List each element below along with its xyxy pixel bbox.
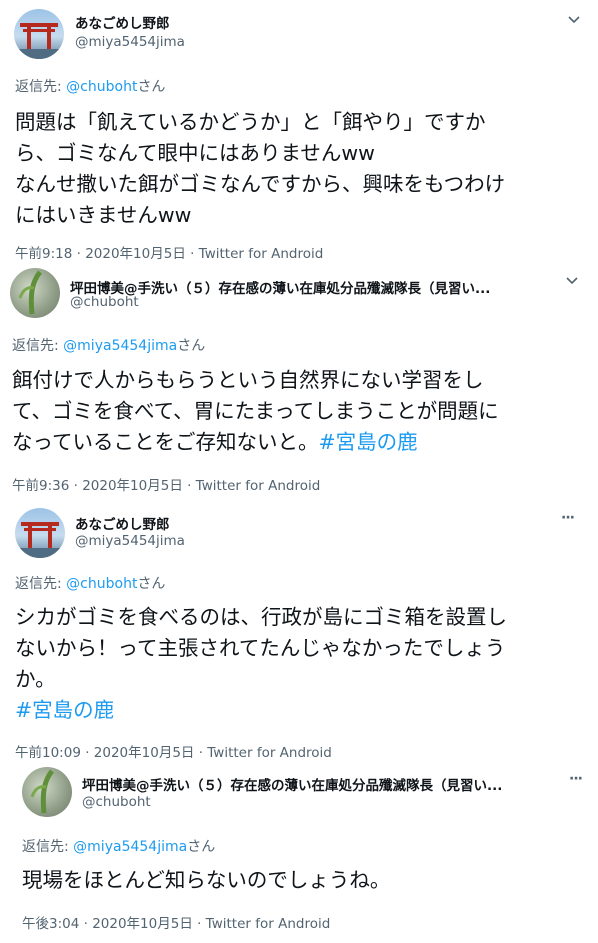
reply-to: 返信先: @chubohtさん — [15, 76, 165, 96]
user-handle[interactable]: @miya5454jima — [75, 34, 185, 50]
text-line: ないから！って主張されてたんじゃなかったでしょう — [15, 636, 506, 660]
tweet-text: 問題は「飢えているかどうか」と「餌やり」ですか ら、ゴミなんて眼中にはありません… — [15, 107, 505, 231]
reply-to: 返信先: @miya5454jimaさん — [12, 335, 205, 355]
reply-suffix: さん — [137, 79, 166, 95]
chevron-down-icon[interactable] — [567, 12, 581, 30]
avatar[interactable] — [22, 767, 72, 817]
reply-prefix: 返信先: — [15, 576, 67, 592]
tweet-timestamp[interactable]: 午前9:36 · 2020年10月5日 · Twitter for Androi… — [12, 474, 320, 494]
tweet-1: あなごめし野郎 @miya5454jima 返信先: @chubohtさん 問題… — [0, 0, 598, 265]
tweet-timestamp[interactable]: 午前9:18 · 2020年10月5日 · Twitter for Androi… — [15, 242, 323, 262]
tweet-text: シカがゴミを食べるのは、行政が島にゴミ箱を設置し ないから！って主張されてたんじ… — [15, 602, 507, 726]
tweet-4: 坪田博美@手洗い（５）存在感の薄い在庫処分品殲滅隊長（見習い... @chubo… — [0, 762, 598, 943]
text-line: 現場をほとんど知らないのでしょうね。 — [22, 868, 391, 892]
display-name[interactable]: あなごめし野郎 — [75, 513, 170, 533]
mention-link[interactable]: @miya5454jima — [73, 839, 187, 855]
text-line: 問題は「飢えているかどうか」と「餌やり」ですか — [15, 110, 486, 134]
user-handle[interactable]: @chuboht — [70, 294, 139, 310]
torii-icon — [15, 522, 65, 558]
display-name[interactable]: あなごめし野郎 — [75, 12, 170, 32]
reply-prefix: 返信先: — [22, 839, 74, 855]
more-dots-icon[interactable]: ··· — [569, 771, 583, 787]
avatar[interactable] — [10, 268, 60, 318]
text-line: 餌付けで人からもらうという自然界にない学習をし — [12, 368, 484, 392]
torii-icon — [14, 23, 64, 59]
text-line: か。 — [15, 667, 56, 691]
text-line: なんせ撒いた餌がゴミなんですから、興味をもつわけ — [15, 172, 506, 196]
user-handle[interactable]: @chuboht — [82, 794, 151, 810]
hashtag-link[interactable]: #宮島の鹿 — [318, 430, 417, 454]
reply-suffix: さん — [177, 338, 206, 354]
reply-suffix: さん — [187, 839, 216, 855]
text-line: にはいきませんww — [15, 203, 192, 227]
tweet-3: あなごめし野郎 @miya5454jima ··· 返信先: @chubohtさ… — [0, 500, 598, 762]
reply-prefix: 返信先: — [12, 338, 64, 354]
text-line-last: なっていることをご存知ないと。#宮島の鹿 — [12, 427, 499, 458]
reply-suffix: さん — [137, 576, 166, 592]
chevron-down-icon[interactable] — [565, 273, 579, 291]
user-handle[interactable]: @miya5454jima — [75, 533, 185, 549]
more-dots-icon[interactable]: ··· — [561, 510, 575, 526]
plant-icon — [18, 270, 43, 315]
mention-link[interactable]: @chuboht — [66, 79, 137, 95]
tweet-2: 坪田博美@手洗い（５）存在感の薄い在庫処分品殲滅隊長（見習い... @chubo… — [0, 265, 598, 500]
tweet-timestamp[interactable]: 午後3:04 · 2020年10月5日 · Twitter for Androi… — [22, 912, 330, 932]
text-line: シカがゴミを食べるのは、行政が島にゴミ箱を設置し — [15, 605, 507, 629]
display-name[interactable]: 坪田博美@手洗い（５）存在感の薄い在庫処分品殲滅隊長（見習い... — [82, 774, 502, 794]
tweet-timestamp[interactable]: 午前10:09 · 2020年10月5日 · Twitter for Andro… — [15, 741, 332, 761]
mention-link[interactable]: @chuboht — [66, 576, 137, 592]
avatar[interactable] — [14, 9, 64, 59]
text-line: ら、ゴミなんて眼中にはありませんww — [15, 141, 375, 165]
reply-to: 返信先: @miya5454jimaさん — [22, 836, 215, 856]
text-fragment: なっていることをご存知ないと。 — [12, 430, 319, 454]
text-line: て、ゴミを食べて、胃にたまってしまうことが問題に — [12, 399, 499, 423]
tweet-text: 現場をほとんど知らないのでしょうね。 — [22, 865, 390, 896]
tweet-text: 餌付けで人からもらうという自然界にない学習をし て、ゴミを食べて、胃にたまってし… — [12, 365, 499, 458]
hashtag-link[interactable]: #宮島の鹿 — [15, 695, 507, 726]
reply-to: 返信先: @chubohtさん — [15, 573, 165, 593]
avatar[interactable] — [15, 508, 65, 558]
plant-icon — [30, 769, 55, 814]
mention-link[interactable]: @miya5454jima — [63, 338, 177, 354]
reply-prefix: 返信先: — [15, 79, 67, 95]
